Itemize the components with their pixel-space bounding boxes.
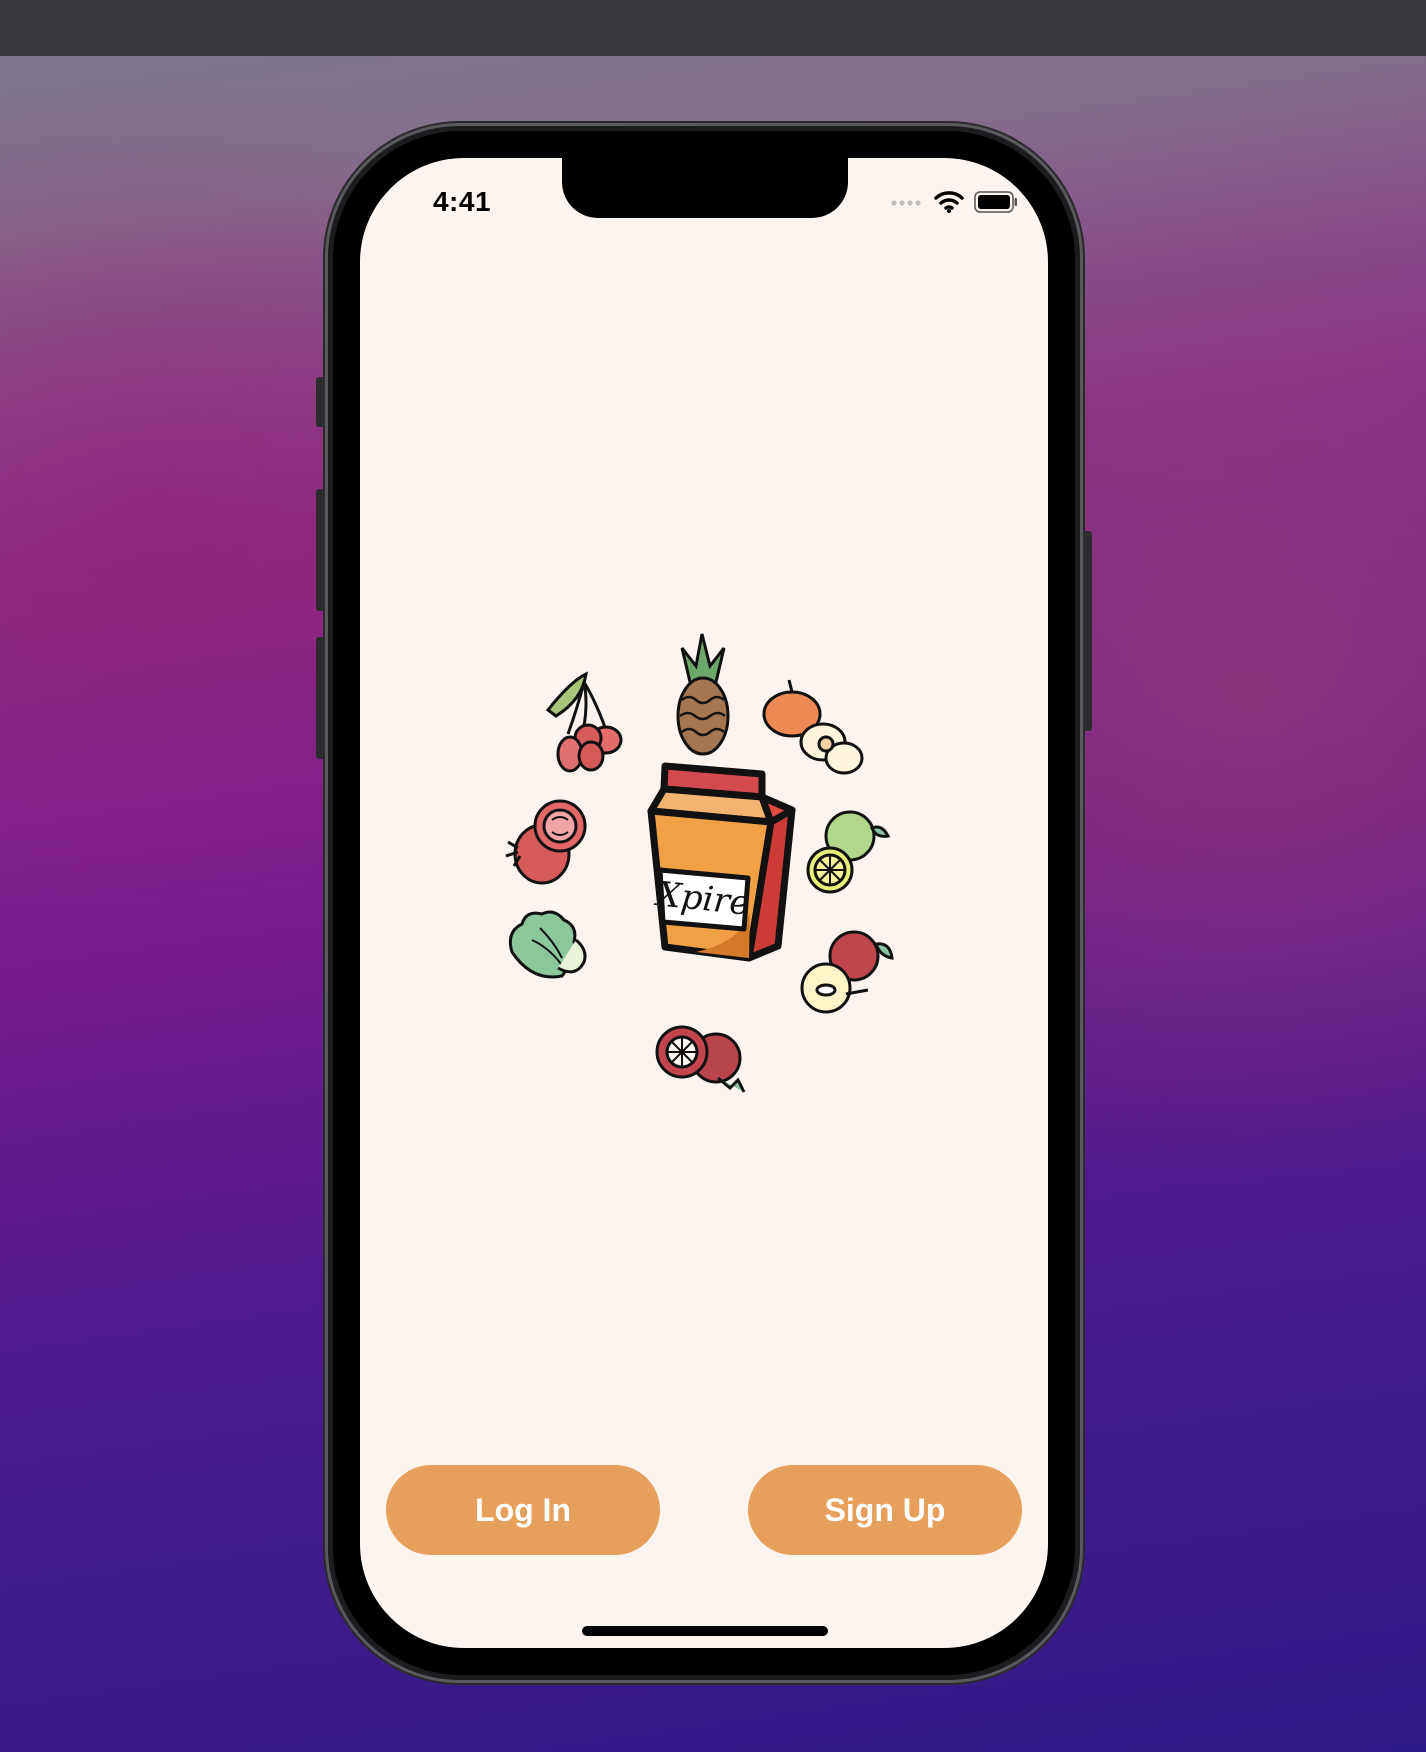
pineapple-icon bbox=[676, 633, 730, 756]
plum-icon bbox=[800, 930, 894, 1014]
power-button bbox=[1083, 531, 1092, 731]
silent-switch bbox=[316, 377, 325, 427]
battery-icon bbox=[974, 191, 1017, 213]
peach-icon bbox=[762, 679, 864, 775]
cherries-icon bbox=[545, 671, 623, 773]
lettuce-icon bbox=[508, 910, 587, 979]
status-icons bbox=[890, 190, 1018, 214]
wifi-icon bbox=[934, 191, 964, 213]
cellular-signal-icon bbox=[891, 200, 921, 206]
app-screen: 4:41 Xpire Log In Sign Up bbox=[360, 158, 1048, 1648]
notch bbox=[562, 158, 848, 218]
simulator-top-bar bbox=[0, 0, 1426, 56]
volume-up-button bbox=[316, 489, 325, 611]
status-time: 4:41 bbox=[432, 186, 492, 217]
mangosteen-icon bbox=[655, 1025, 746, 1093]
signup-button[interactable]: Sign Up bbox=[748, 1465, 1022, 1555]
juice-carton-icon bbox=[647, 762, 796, 962]
home-indicator[interactable] bbox=[582, 1626, 828, 1636]
lime-icon bbox=[806, 810, 891, 894]
volume-down-button bbox=[316, 637, 325, 759]
tomato-icon bbox=[505, 799, 587, 885]
app-logo: Xpire bbox=[505, 633, 894, 1093]
login-button[interactable]: Log In bbox=[386, 1465, 660, 1555]
